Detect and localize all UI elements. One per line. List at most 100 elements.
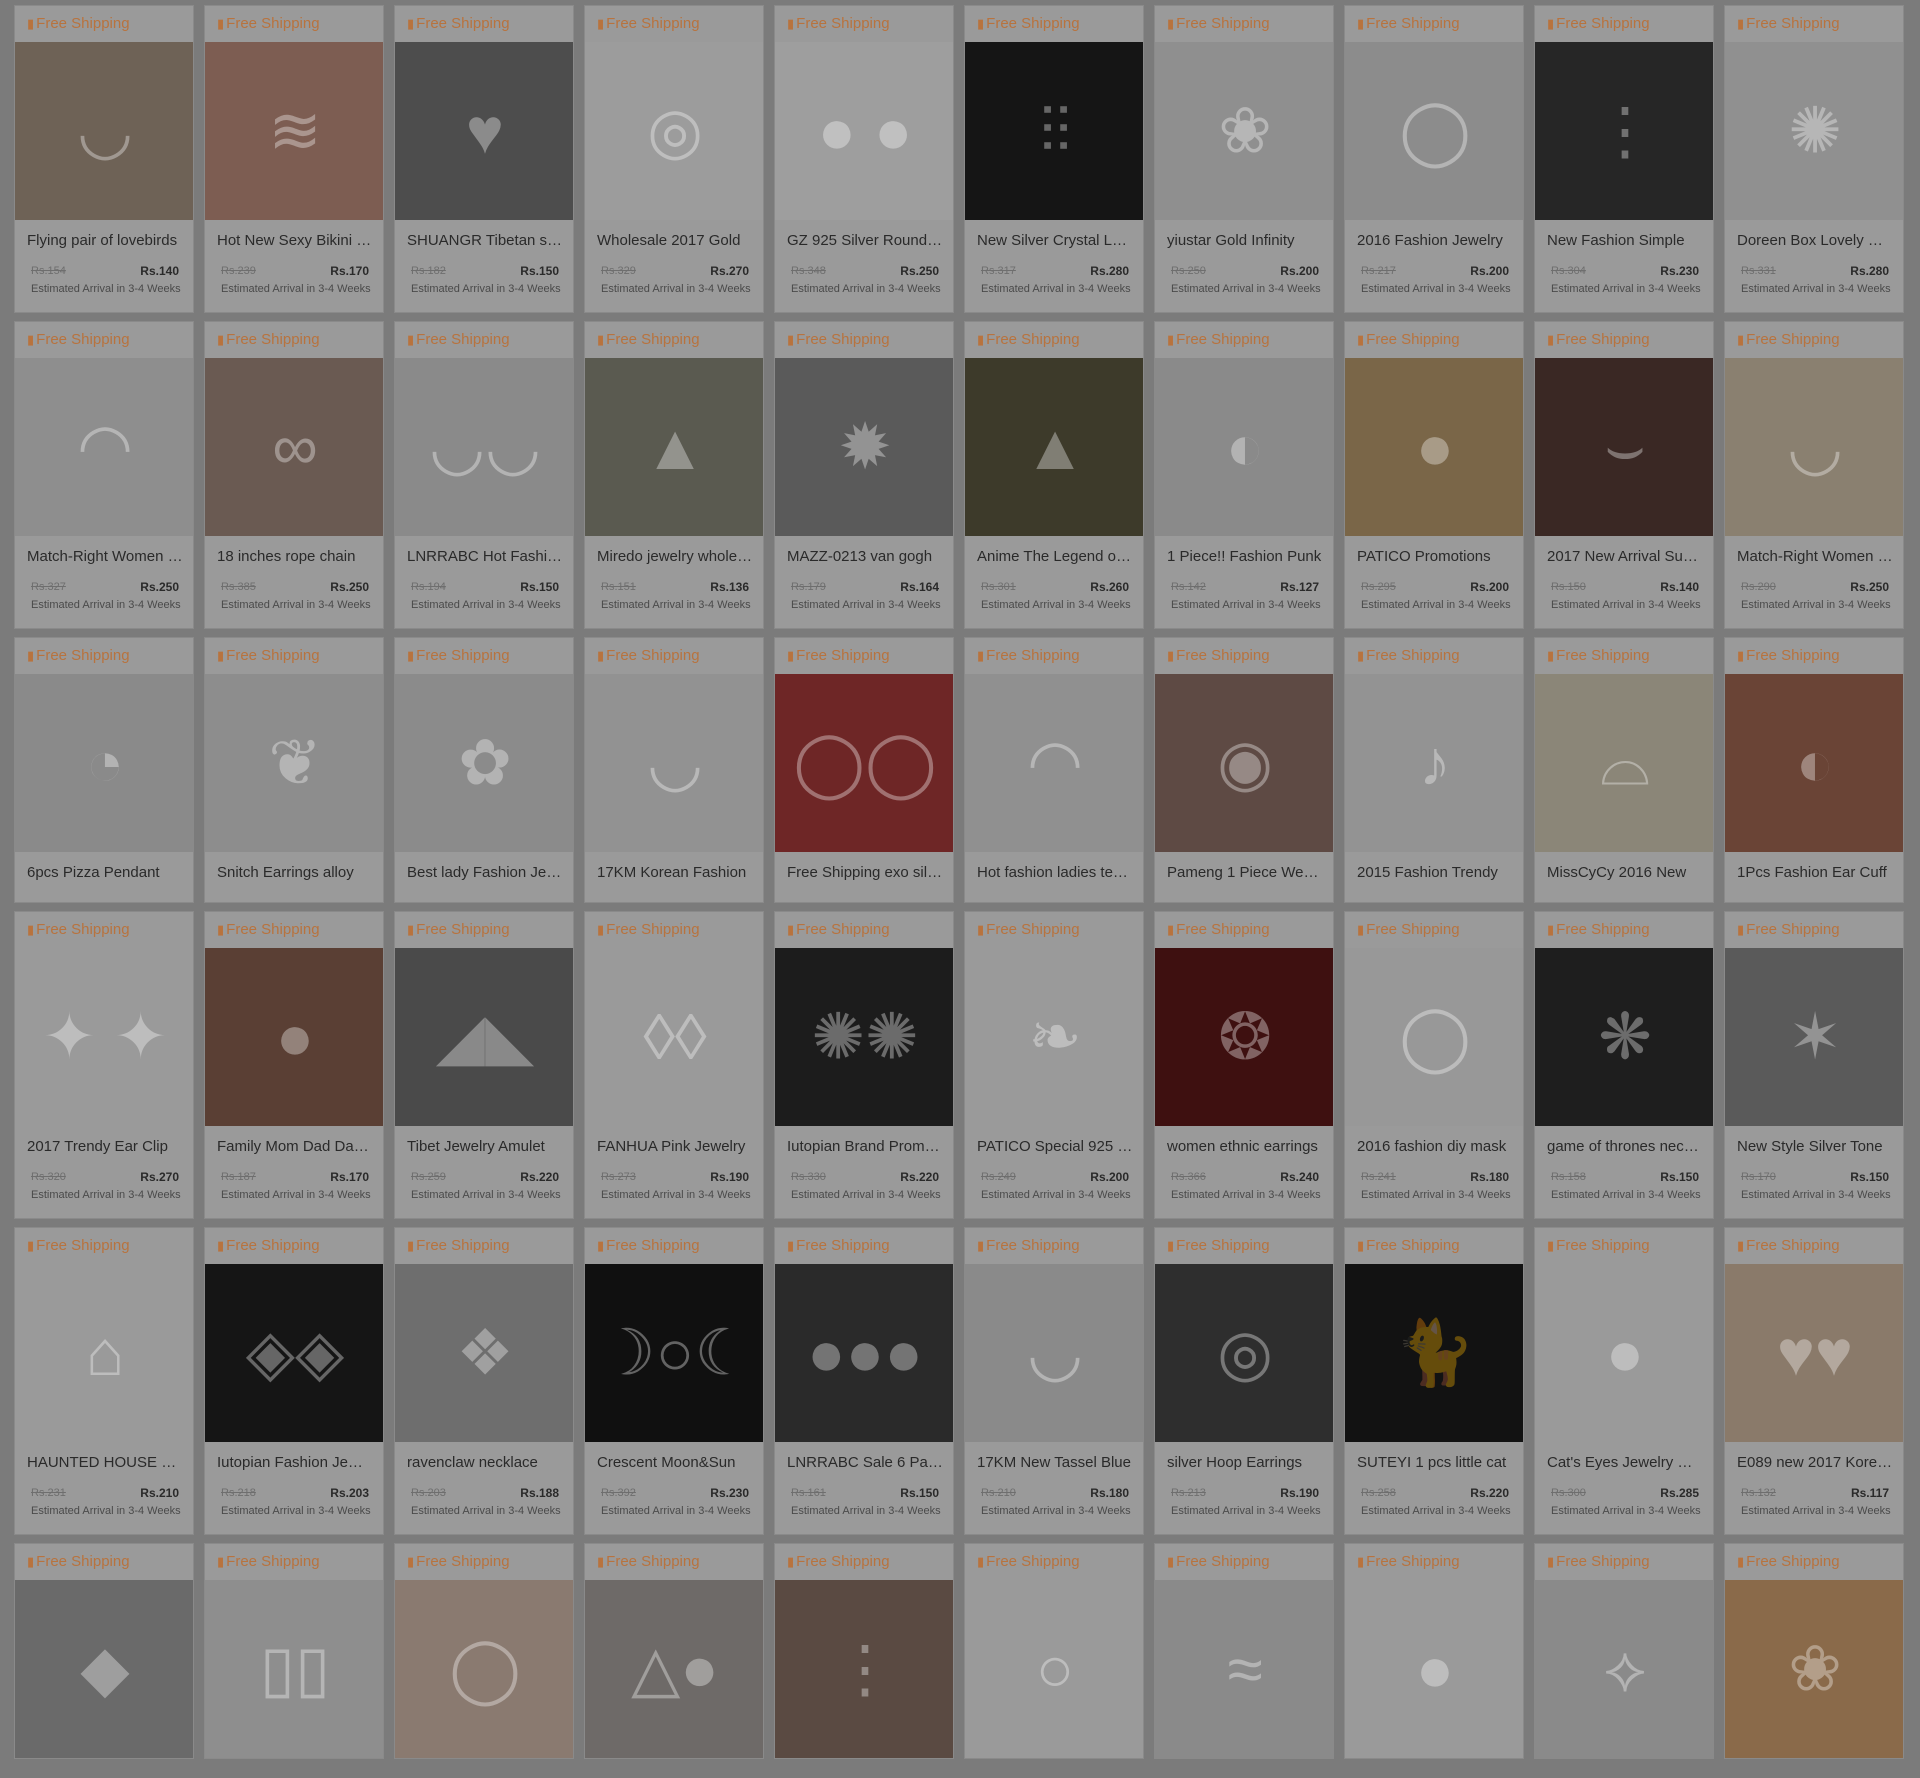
product-image[interactable]: ≈ — [1155, 1580, 1333, 1758]
product-image[interactable]: ⌣ — [1535, 358, 1713, 536]
product-card[interactable]: ▮ Free Shipping ✶ New Style Silver Tone Rs.1… — [1724, 911, 1904, 1219]
product-card[interactable]: ▮ Free Shipping ♪ 2015 Fashion Trendy — [1344, 637, 1524, 903]
product-card[interactable]: ▮ Free Shipping ◢◣ Tibet Jewelry Amulet Rs.2… — [394, 911, 574, 1219]
product-card[interactable]: ▮ Free Shipping ❧ PATICO Special 925 Silver… — [964, 911, 1144, 1219]
product-card[interactable]: ▮ Free Shipping ✦ ✦ 2017 Trendy Ear Clip Rs.… — [14, 911, 194, 1219]
product-card[interactable]: ▮ Free Shipping ◉ Pameng 1 Piece Western — [1154, 637, 1334, 903]
product-image[interactable]: ≋ — [205, 42, 383, 220]
product-title[interactable]: silver Hoop Earrings — [1155, 1442, 1333, 1484]
product-image[interactable]: ▲ — [585, 358, 763, 536]
product-image[interactable]: ◠ — [965, 674, 1143, 852]
product-title[interactable]: yiustar Gold Infinity — [1155, 220, 1333, 262]
product-title[interactable]: Anime The Legend of Zelda — [965, 536, 1143, 578]
product-card[interactable]: ▮ Free Shipping ◯◯ Free Shipping exo silver — [774, 637, 954, 903]
product-image[interactable]: ◊◊ — [585, 948, 763, 1126]
product-image[interactable]: ✹ — [775, 358, 953, 536]
product-title[interactable]: Hot fashion ladies temperament — [965, 852, 1143, 894]
product-card[interactable]: ▮ Free Shipping ⋮ New Fashion Simple Rs.304 R… — [1534, 5, 1714, 313]
product-title[interactable]: 17KM Korean Fashion — [585, 852, 763, 894]
product-title[interactable]: Pameng 1 Piece Western — [1155, 852, 1333, 894]
product-image[interactable]: ⫶⫶ — [965, 42, 1143, 220]
product-card[interactable]: ▮ Free Shipping ∞ 18 inches rope chain Rs.38… — [204, 321, 384, 629]
product-title[interactable]: Tibet Jewelry Amulet — [395, 1126, 573, 1168]
product-image[interactable]: ◉ — [1155, 674, 1333, 852]
product-image[interactable]: △● — [585, 1580, 763, 1758]
product-image[interactable]: ●●● — [775, 1264, 953, 1442]
product-card[interactable]: ▮ Free Shipping ⌂ HAUNTED HOUSE GLASS Rs.231… — [14, 1227, 194, 1535]
product-image[interactable]: ◎ — [1155, 1264, 1333, 1442]
product-card[interactable]: ▮ Free Shipping ⟡ — [1534, 1543, 1714, 1759]
product-image[interactable]: ✦ ✦ — [15, 948, 193, 1126]
product-image[interactable]: ○ — [965, 1580, 1143, 1758]
product-title[interactable]: MissCyCy 2016 New — [1535, 852, 1713, 894]
product-card[interactable]: ▮ Free Shipping ◆ — [14, 1543, 194, 1759]
product-title[interactable]: 6pcs Pizza Pendant — [15, 852, 193, 894]
product-image[interactable]: ◯◯ — [775, 674, 953, 852]
product-title[interactable]: 18 inches rope chain — [205, 536, 383, 578]
product-image[interactable]: ♥ — [395, 42, 573, 220]
product-title[interactable]: PATICO Promotions — [1345, 536, 1523, 578]
product-image[interactable]: ▯▯ — [205, 1580, 383, 1758]
product-card[interactable]: ▮ Free Shipping ❀ yiustar Gold Infinity Rs.2… — [1154, 5, 1334, 313]
product-title[interactable]: E089 new 2017 Korean — [1725, 1442, 1903, 1484]
product-card[interactable]: ▮ Free Shipping ◈◈ Iutopian Fashion Jewelry… — [204, 1227, 384, 1535]
product-card[interactable]: ▮ Free Shipping ▯▯ — [204, 1543, 384, 1759]
product-card[interactable]: ▮ Free Shipping ◐ 1 Piece!! Fashion Punk Rs.… — [1154, 321, 1334, 629]
product-image[interactable]: ● ● — [775, 42, 953, 220]
product-title[interactable]: 1Pcs Fashion Ear Cuff — [1725, 852, 1903, 894]
product-image[interactable]: ◠ — [15, 358, 193, 536]
product-card[interactable]: ▮ Free Shipping ◯ 2016 fashion diy mask Rs.2… — [1344, 911, 1524, 1219]
product-image[interactable]: ❧ — [965, 948, 1143, 1126]
product-image[interactable]: ● — [205, 948, 383, 1126]
product-card[interactable]: ▮Free Shipping ≋ Hot New Sexy Bikini Waist… — [204, 5, 384, 313]
product-image[interactable]: ◡ — [965, 1264, 1143, 1442]
product-title[interactable]: Flying pair of lovebirds — [15, 220, 193, 262]
product-image[interactable]: ◡ — [585, 674, 763, 852]
product-title[interactable]: Match-Right Women Necklace — [1725, 536, 1903, 578]
product-card[interactable]: ▮ Free Shipping ◡ Flying pair of lovebirds R… — [14, 5, 194, 313]
product-title[interactable]: Cat's Eyes Jewelry Opal — [1535, 1442, 1713, 1484]
product-title[interactable]: Match-Right Women Necklace — [15, 536, 193, 578]
product-image[interactable]: ◯ — [1345, 42, 1523, 220]
product-card[interactable]: ▮ Free Shipping ⌓ MissCyCy 2016 New — [1534, 637, 1714, 903]
product-card[interactable]: ▮ Free Shipping ◐ 1Pcs Fashion Ear Cuff — [1724, 637, 1904, 903]
product-image[interactable]: ⋮ — [1535, 42, 1713, 220]
product-card[interactable]: ▮ Free Shipping ● — [1344, 1543, 1524, 1759]
product-title[interactable]: Iutopian Fashion Jewelry — [205, 1442, 383, 1484]
product-title[interactable]: LNRRABC Sale 6 Pairs — [775, 1442, 953, 1484]
product-card[interactable]: ▮ Free Shipping ○ — [964, 1543, 1144, 1759]
product-image[interactable]: ✺ — [1725, 42, 1903, 220]
product-image[interactable]: ❀ — [1155, 42, 1333, 220]
product-image[interactable]: ❋ — [1535, 948, 1713, 1126]
product-card[interactable]: ▮ Free Shipping ✿ Best lady Fashion Jewelry — [394, 637, 574, 903]
product-card[interactable]: ▮ Free Shipping ◡ 17KM Korean Fashion — [584, 637, 764, 903]
product-card[interactable]: ▮ Free Shipping ● PATICO Promotions Rs.295 Rs… — [1344, 321, 1524, 629]
product-title[interactable]: Crescent Moon&Sun — [585, 1442, 763, 1484]
product-image[interactable]: ∞ — [205, 358, 383, 536]
product-card[interactable]: ▮ Free Shipping ♥♥ E089 new 2017 Korean Rs.1… — [1724, 1227, 1904, 1535]
product-image[interactable]: ⌓ — [1535, 674, 1713, 852]
product-image[interactable]: ● — [1345, 358, 1523, 536]
product-title[interactable]: SHUANGR Tibetan silver — [395, 220, 573, 262]
product-card[interactable]: ▮ Free Shipping ◔ 6pcs Pizza Pendant — [14, 637, 194, 903]
product-card[interactable]: ▮ Free Shipping ⋮ — [774, 1543, 954, 1759]
product-title[interactable]: 17KM New Tassel Blue — [965, 1442, 1143, 1484]
product-card[interactable]: ▮ Free Shipping ●●● LNRRABC Sale 6 Pairs Rs.… — [774, 1227, 954, 1535]
product-card[interactable]: ▮ Free Shipping ◯ 2016 Fashion Jewelry Rs.21… — [1344, 5, 1524, 313]
product-image[interactable]: ❦ — [205, 674, 383, 852]
product-title[interactable]: PATICO Special 925 Silver — [965, 1126, 1143, 1168]
product-card[interactable]: ▮ Free Shipping 🐈 SUTEYI 1 pcs little cat Rs… — [1344, 1227, 1524, 1535]
product-title[interactable]: 2017 Trendy Ear Clip — [15, 1126, 193, 1168]
product-title[interactable]: LNRRABC Hot Fashion — [395, 536, 573, 578]
product-image[interactable]: ♥♥ — [1725, 1264, 1903, 1442]
product-card[interactable]: ▮ Free Shipping ✺ Doreen Box Lovely Cute Rs.… — [1724, 5, 1904, 313]
product-card[interactable]: ▮ Free Shipping ✺✺ Iutopian Brand Promotion… — [774, 911, 954, 1219]
product-card[interactable]: ▮Free Shipping ◡ Match-Right Women Necklac… — [1724, 321, 1904, 629]
product-image[interactable]: ◎ — [585, 42, 763, 220]
product-title[interactable]: 2015 Fashion Trendy — [1345, 852, 1523, 894]
product-title[interactable]: SUTEYI 1 pcs little cat — [1345, 1442, 1523, 1484]
product-title[interactable]: Family Mom Dad Daughter — [205, 1126, 383, 1168]
product-card[interactable]: ▮ Free Shipping ▲ Miredo jewelry wholesale R… — [584, 321, 764, 629]
product-image[interactable]: ◢◣ — [395, 948, 573, 1126]
product-title[interactable]: FANHUA Pink Jewelry — [585, 1126, 763, 1168]
